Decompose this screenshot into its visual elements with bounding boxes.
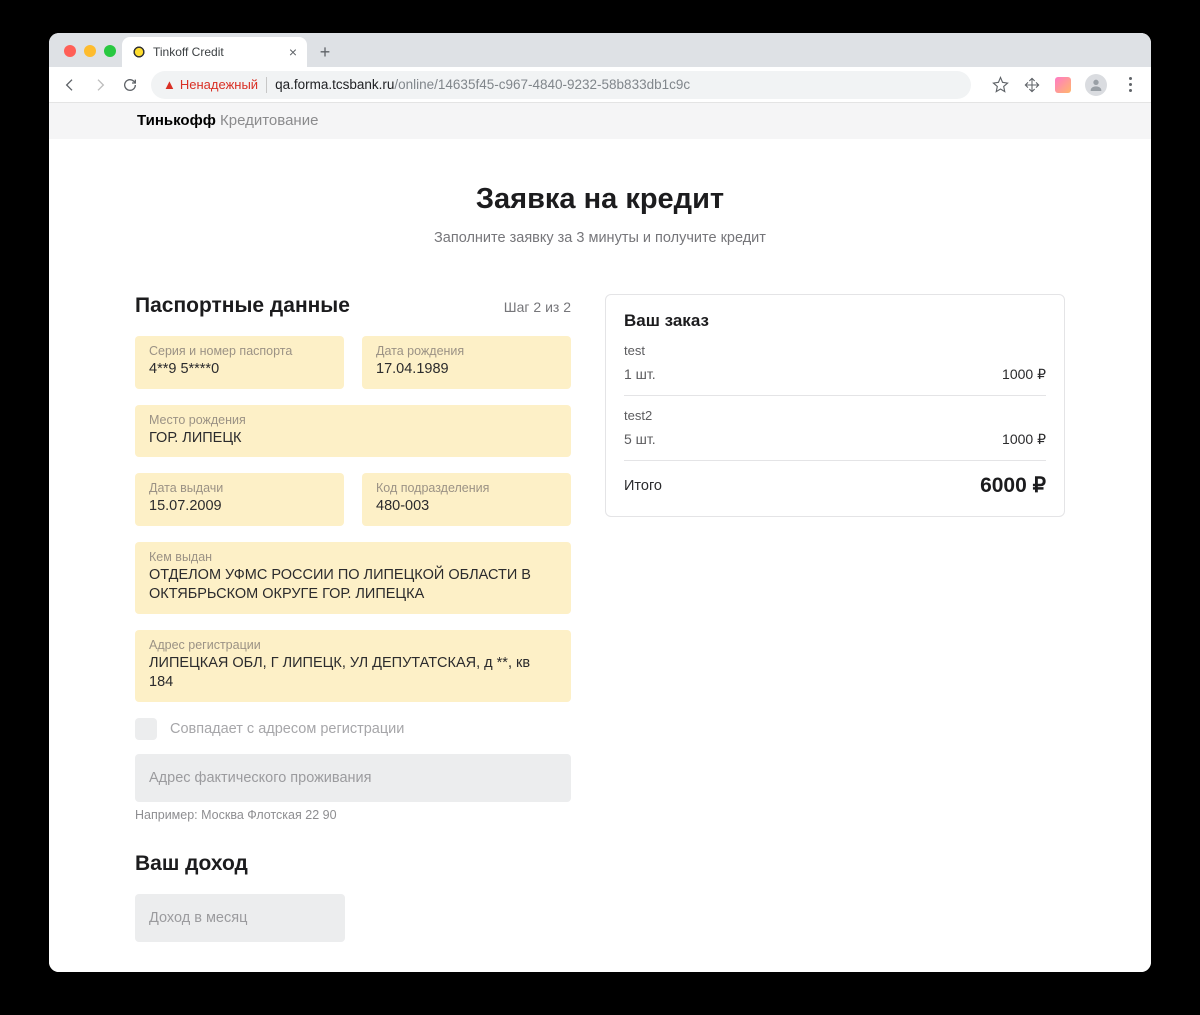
page-subtitle: Заполните заявку за 3 минуты и получите … bbox=[135, 230, 1065, 246]
order-item-price: 1000 ₽ bbox=[1002, 366, 1046, 383]
browser-menu-icon[interactable] bbox=[1121, 76, 1139, 94]
order-total-value: 6000 ₽ bbox=[980, 473, 1046, 498]
step-indicator: Шаг 2 из 2 bbox=[504, 299, 571, 315]
address-hint: Например: Москва Флотская 22 90 bbox=[135, 808, 571, 822]
issued-by-field[interactable]: Кем выдан ОТДЕЛОМ УФМС РОССИИ ПО ЛИПЕЦКО… bbox=[135, 542, 571, 614]
brand-logo-text: Тинькофф Кредитование bbox=[137, 112, 318, 129]
insecure-warning-icon: ▲Ненадежный bbox=[163, 77, 258, 92]
nav-back-button[interactable] bbox=[61, 76, 79, 94]
extension-move-icon[interactable] bbox=[1023, 76, 1041, 94]
close-window-icon[interactable] bbox=[64, 45, 76, 57]
order-line: 5 шт. 1000 ₽ bbox=[624, 431, 1046, 461]
order-item-qty: 5 шт. bbox=[624, 431, 656, 448]
order-box: Ваш заказ test 1 шт. 1000 ₽ test2 5 шт. … bbox=[605, 294, 1065, 517]
separator bbox=[266, 77, 267, 93]
nav-reload-button[interactable] bbox=[121, 76, 139, 94]
order-summary-column: Ваш заказ test 1 шт. 1000 ₽ test2 5 шт. … bbox=[605, 294, 1065, 517]
same-address-checkbox-row: Совпадает с адресом регистрации bbox=[135, 718, 571, 740]
browser-tab[interactable]: Tinkoff Credit × bbox=[122, 37, 307, 67]
extension-icon[interactable] bbox=[1055, 77, 1071, 93]
order-total-label: Итого bbox=[624, 478, 662, 494]
order-item-name: test bbox=[624, 343, 1046, 358]
tab-bar: Tinkoff Credit × + bbox=[49, 33, 1151, 67]
nav-forward-button[interactable] bbox=[91, 76, 109, 94]
brand-bar: Тинькофф Кредитование bbox=[49, 103, 1151, 139]
minimize-window-icon[interactable] bbox=[84, 45, 96, 57]
profile-avatar-icon[interactable] bbox=[1085, 74, 1107, 96]
address-bar: ▲Ненадежный qa.forma.tcsbank.ru/online/1… bbox=[49, 67, 1151, 103]
same-address-label: Совпадает с адресом регистрации bbox=[170, 721, 404, 737]
order-title: Ваш заказ bbox=[624, 311, 1046, 331]
page-title: Заявка на кредит bbox=[135, 183, 1065, 216]
order-item-name: test2 bbox=[624, 408, 1046, 423]
same-address-checkbox[interactable] bbox=[135, 718, 157, 740]
favicon-icon bbox=[132, 45, 146, 59]
maximize-window-icon[interactable] bbox=[104, 45, 116, 57]
browser-window: Tinkoff Credit × + ▲Ненадежный qa.forma.… bbox=[49, 33, 1151, 972]
window-controls bbox=[61, 45, 122, 67]
order-total: Итого 6000 ₽ bbox=[624, 473, 1046, 498]
dept-code-field[interactable]: Код подразделения 480-003 bbox=[362, 473, 571, 526]
tab-close-icon[interactable]: × bbox=[289, 44, 297, 60]
income-input[interactable]: Доход в месяц bbox=[135, 894, 345, 942]
income-section-title: Ваш доход bbox=[135, 852, 571, 876]
omnibox[interactable]: ▲Ненадежный qa.forma.tcsbank.ru/online/1… bbox=[151, 71, 971, 99]
actual-address-input[interactable]: Адрес фактического проживания bbox=[135, 754, 571, 802]
order-item-qty: 1 шт. bbox=[624, 366, 656, 383]
issue-date-field[interactable]: Дата выдачи 15.07.2009 bbox=[135, 473, 344, 526]
birthplace-field[interactable]: Место рождения ГОР. ЛИПЕЦК bbox=[135, 405, 571, 458]
registration-address-field[interactable]: Адрес регистрации ЛИПЕЦКАЯ ОБЛ, Г ЛИПЕЦК… bbox=[135, 630, 571, 702]
bookmark-star-icon[interactable] bbox=[991, 76, 1009, 94]
tab-title: Tinkoff Credit bbox=[153, 45, 224, 59]
new-tab-button[interactable]: + bbox=[311, 38, 339, 66]
dob-field[interactable]: Дата рождения 17.04.1989 bbox=[362, 336, 571, 389]
passport-section-title: Паспортные данные bbox=[135, 294, 350, 318]
page-content: Тинькофф Кредитование Заявка на кредит З… bbox=[49, 103, 1151, 972]
order-line: 1 шт. 1000 ₽ bbox=[624, 366, 1046, 396]
url-text: qa.forma.tcsbank.ru/online/14635f45-c967… bbox=[275, 77, 690, 92]
form-column: Паспортные данные Шаг 2 из 2 Серия и ном… bbox=[135, 294, 571, 972]
order-item-price: 1000 ₽ bbox=[1002, 431, 1046, 448]
passport-series-field[interactable]: Серия и номер паспорта 4**9 5****0 bbox=[135, 336, 344, 389]
